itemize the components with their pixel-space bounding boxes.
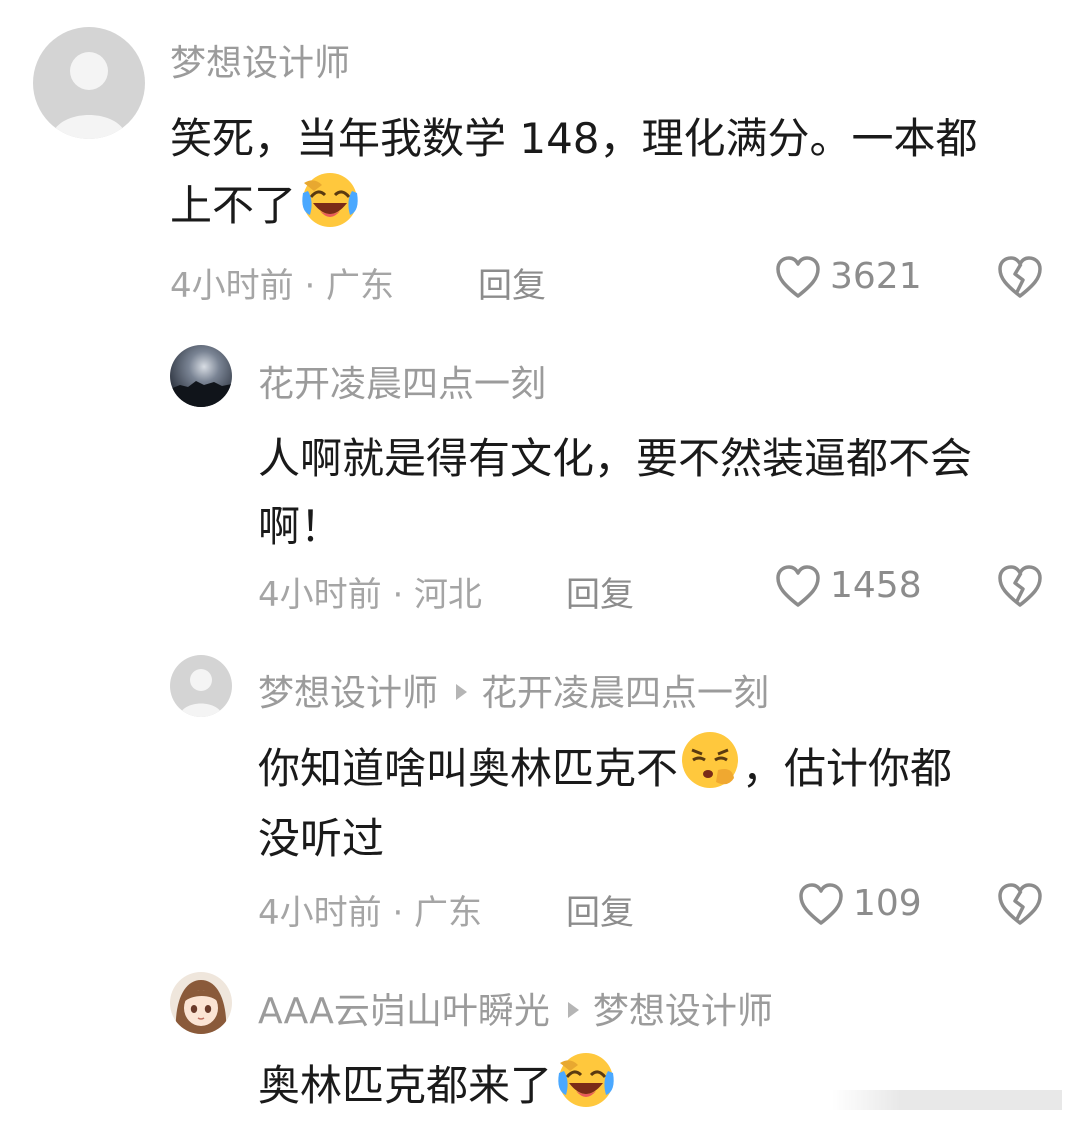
broken-heart-icon[interactable] xyxy=(995,563,1045,609)
avatar[interactable] xyxy=(170,345,232,407)
default-avatar-icon xyxy=(33,27,145,139)
comment-text: 奥林匹克都来了 xyxy=(258,1061,553,1110)
reply-thread-header: 梦想设计师 花开凌晨四点一刻 xyxy=(258,664,769,716)
comment-text-line-1: 笑死，当年我数学 148，理化满分。一本都 xyxy=(170,114,978,163)
username[interactable]: 梦想设计师 xyxy=(170,34,350,86)
reply-button[interactable]: 回复 xyxy=(566,567,634,616)
avatar[interactable] xyxy=(170,655,232,717)
comment-text-line-1: 人啊就是得有文化，要不然装逼都不会 xyxy=(258,434,973,483)
broken-heart-icon[interactable] xyxy=(995,881,1045,927)
like-count: 109 xyxy=(853,883,922,924)
username[interactable]: AAA云岿山叶瞬光 xyxy=(258,991,550,1032)
reply-button[interactable]: 回复 xyxy=(566,885,634,934)
comment-text-line-2: 没听过 xyxy=(258,814,385,863)
comment-text: 你知道啥叫奥林匹克不 xyxy=(258,744,679,793)
night-sky-avatar-icon xyxy=(170,345,232,407)
reply-button[interactable]: 回复 xyxy=(478,258,546,307)
comment-text-line-2: 上不了 xyxy=(170,172,360,243)
reply-thread-header: AAA云岿山叶瞬光 梦想设计师 xyxy=(258,982,773,1034)
anime-girl-avatar-icon xyxy=(170,972,232,1034)
reply-arrow-icon xyxy=(567,1002,579,1018)
avatar[interactable] xyxy=(170,972,232,1034)
avatar[interactable] xyxy=(33,27,145,139)
bottom-fade-bar xyxy=(832,1090,1062,1110)
heart-icon[interactable] xyxy=(797,881,845,927)
timestamp-location: 4小时前 · 广东 xyxy=(170,266,395,306)
heart-icon[interactable] xyxy=(774,563,822,609)
thinking-face-emoji-icon xyxy=(678,730,742,802)
like-count: 1458 xyxy=(830,565,922,606)
reply-arrow-icon xyxy=(456,684,468,700)
broken-heart-icon[interactable] xyxy=(995,254,1045,300)
comment-text-line-1: 奥林匹克都来了 xyxy=(258,1052,616,1123)
username[interactable]: 花开凌晨四点一刻 xyxy=(258,355,546,407)
comment-text-line-2: 啊！ xyxy=(258,502,343,551)
like-count: 3621 xyxy=(830,256,922,297)
comment-text: ，估计你都 xyxy=(742,744,953,793)
username[interactable]: 梦想设计师 xyxy=(258,673,438,714)
laughing-crying-emoji-icon xyxy=(300,171,360,239)
reply-target-username[interactable]: 花开凌晨四点一刻 xyxy=(481,673,769,714)
comment-text: 上不了 xyxy=(170,181,297,230)
timestamp-location: 4小时前 · 广东 xyxy=(258,893,483,933)
comment-text-line-1: 你知道啥叫奥林匹克不 ，估计你都 xyxy=(258,731,953,808)
laughing-crying-emoji-icon xyxy=(556,1051,616,1119)
reply-target-username[interactable]: 梦想设计师 xyxy=(593,991,773,1032)
timestamp-location: 4小时前 · 河北 xyxy=(258,575,483,615)
heart-icon[interactable] xyxy=(774,254,822,300)
default-avatar-icon xyxy=(170,655,232,717)
